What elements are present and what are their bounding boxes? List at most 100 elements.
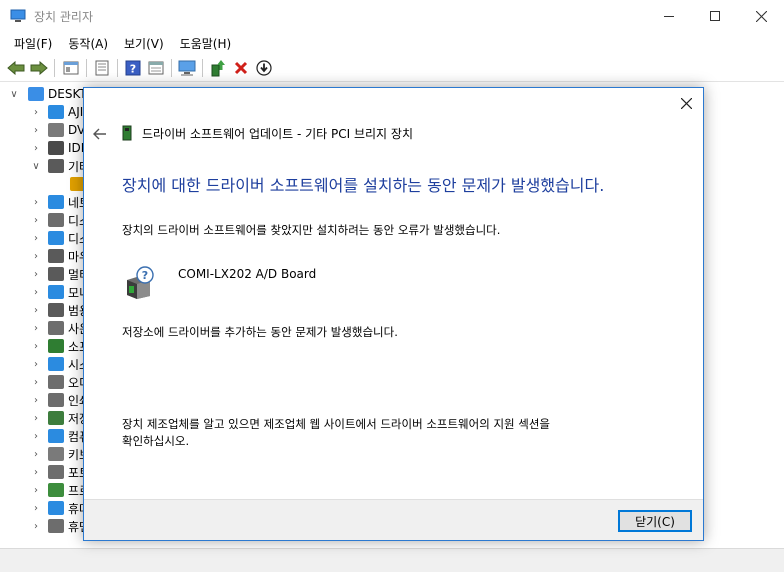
wizard-title: 드라이버 소프트웨어 업데이트 - 기타 PCI 브리지 장치 bbox=[142, 127, 413, 141]
chevron-right-icon[interactable]: › bbox=[30, 359, 42, 370]
maximize-button[interactable] bbox=[692, 0, 738, 32]
tree-category-item[interactable]: › 소프 bbox=[30, 337, 90, 355]
wizard-back-button[interactable] bbox=[92, 126, 108, 142]
tree-category-item[interactable]: › 포트 bbox=[30, 463, 90, 481]
close-icon bbox=[755, 10, 767, 22]
portable-device-icon bbox=[48, 501, 64, 515]
disable-device-button[interactable] bbox=[254, 58, 274, 78]
display-adapter-icon bbox=[48, 231, 64, 245]
chevron-right-icon[interactable]: › bbox=[30, 107, 42, 118]
dialog-close-button[interactable] bbox=[678, 95, 694, 111]
forward-button[interactable] bbox=[29, 58, 49, 78]
chevron-right-icon[interactable]: › bbox=[30, 125, 42, 136]
menu-action[interactable]: 동작(A) bbox=[60, 32, 116, 54]
manufacturer-advice-line-1: 장치 제조업체를 알고 있으면 제조업체 웹 사이트에서 드라이버 소프트웨어의… bbox=[122, 417, 551, 431]
usb-icon bbox=[48, 303, 64, 317]
show-hidden-icon bbox=[95, 60, 109, 76]
tree-root[interactable]: ∨ DESKT bbox=[8, 85, 87, 103]
device-manager-icon bbox=[10, 9, 26, 23]
dvd-drive-icon bbox=[48, 123, 64, 137]
scan-hardware-button[interactable] bbox=[177, 58, 197, 78]
menu-help[interactable]: 도움말(H) bbox=[172, 32, 240, 54]
tree-category-item[interactable]: › 사운 bbox=[30, 319, 90, 337]
toolbar-separator bbox=[171, 59, 172, 77]
chevron-right-icon[interactable]: › bbox=[30, 485, 42, 496]
tree-category-item[interactable]: › 인쇄 bbox=[30, 391, 90, 409]
chevron-right-icon[interactable]: › bbox=[30, 233, 42, 244]
monitor-icon bbox=[48, 285, 64, 299]
tree-category-item[interactable]: › 디스 bbox=[30, 229, 90, 247]
chevron-right-icon[interactable]: › bbox=[30, 251, 42, 262]
chevron-right-icon[interactable]: › bbox=[30, 215, 42, 226]
chevron-right-icon[interactable]: › bbox=[30, 521, 42, 532]
tree-category-item[interactable]: › IDE bbox=[30, 139, 88, 157]
minimize-button[interactable] bbox=[646, 0, 692, 32]
keyboard-icon bbox=[48, 447, 64, 461]
chevron-right-icon[interactable]: › bbox=[30, 143, 42, 154]
maximize-icon bbox=[710, 11, 720, 21]
tree-category-item[interactable]: › 멀티 bbox=[30, 265, 90, 283]
tree-category-item[interactable]: › 모니 bbox=[30, 283, 90, 301]
properties-button[interactable] bbox=[61, 58, 81, 78]
tree-category-item[interactable]: › 컴퓨 bbox=[30, 427, 90, 445]
uninstall-x-icon bbox=[234, 61, 248, 75]
chevron-right-icon[interactable]: › bbox=[30, 413, 42, 424]
processor-icon bbox=[48, 483, 64, 497]
chevron-right-icon[interactable]: › bbox=[30, 287, 42, 298]
svg-text:?: ? bbox=[130, 63, 136, 76]
manufacturer-advice-line-2: 확인하십시오. bbox=[122, 434, 190, 448]
show-hidden-button[interactable] bbox=[92, 58, 112, 78]
chevron-right-icon[interactable]: › bbox=[30, 467, 42, 478]
tree-category-item[interactable]: › 저장 bbox=[30, 409, 90, 427]
computer-icon bbox=[48, 429, 64, 443]
back-arrow-icon bbox=[7, 61, 25, 75]
tree-item-label: AJI bbox=[68, 105, 84, 119]
tree-category-item[interactable]: › 네트 bbox=[30, 193, 90, 211]
chevron-right-icon[interactable]: › bbox=[30, 377, 42, 388]
tree-category-item[interactable]: › 오디 bbox=[30, 373, 90, 391]
close-button[interactable]: 닫기(C) bbox=[618, 510, 692, 532]
chevron-down-icon[interactable]: ∨ bbox=[30, 161, 42, 172]
ide-controller-icon bbox=[48, 141, 64, 155]
network-icon bbox=[48, 195, 64, 209]
tree-category-item[interactable]: › 키보 bbox=[30, 445, 90, 463]
tree-category-item[interactable]: › 마우 bbox=[30, 247, 90, 265]
toolbar: ? bbox=[0, 54, 784, 82]
port-icon bbox=[48, 465, 64, 479]
toolbar-separator bbox=[117, 59, 118, 77]
close-window-button[interactable] bbox=[738, 0, 784, 32]
software-device-icon bbox=[48, 339, 64, 353]
tree-category-item[interactable]: ∨ 기터 bbox=[30, 157, 90, 175]
back-button[interactable] bbox=[6, 58, 26, 78]
chevron-right-icon[interactable]: › bbox=[30, 323, 42, 334]
chevron-right-icon[interactable]: › bbox=[30, 395, 42, 406]
window-title: 장치 관리자 bbox=[34, 10, 94, 24]
chevron-right-icon[interactable]: › bbox=[30, 503, 42, 514]
view-button[interactable] bbox=[146, 58, 166, 78]
tree-category-item[interactable]: › 휴먼 bbox=[30, 517, 90, 535]
forward-arrow-icon bbox=[30, 61, 48, 75]
tree-category-item[interactable]: › 프로 bbox=[30, 481, 90, 499]
uninstall-button[interactable] bbox=[231, 58, 251, 78]
chevron-right-icon[interactable]: › bbox=[30, 269, 42, 280]
update-driver-button[interactable] bbox=[208, 58, 228, 78]
chevron-right-icon[interactable]: › bbox=[30, 197, 42, 208]
audio-icon bbox=[48, 375, 64, 389]
tree-category-item[interactable]: › AJI bbox=[30, 103, 83, 121]
chevron-right-icon[interactable]: › bbox=[30, 449, 42, 460]
tree-category-item[interactable]: › 디스 bbox=[30, 211, 90, 229]
chevron-right-icon[interactable]: › bbox=[30, 341, 42, 352]
menu-view[interactable]: 보기(V) bbox=[116, 32, 172, 54]
help-button[interactable]: ? bbox=[123, 58, 143, 78]
chevron-right-icon[interactable]: › bbox=[30, 431, 42, 442]
tree-category-item[interactable]: › 범용 bbox=[30, 301, 90, 319]
chevron-right-icon[interactable]: › bbox=[30, 305, 42, 316]
tree-category-item[interactable]: › 휴대 bbox=[30, 499, 90, 517]
tree-category-item[interactable]: › DV bbox=[30, 121, 85, 139]
download-icon bbox=[256, 60, 272, 76]
menu-bar: 파일(F) 동작(A) 보기(V) 도움말(H) bbox=[0, 32, 784, 54]
manufacturer-advice: 장치 제조업체를 알고 있으면 제조업체 웹 사이트에서 드라이버 소프트웨어의… bbox=[122, 416, 682, 450]
chevron-down-icon[interactable]: ∨ bbox=[8, 89, 20, 100]
menu-file[interactable]: 파일(F) bbox=[6, 32, 60, 54]
tree-category-item[interactable]: › 시스 bbox=[30, 355, 90, 373]
